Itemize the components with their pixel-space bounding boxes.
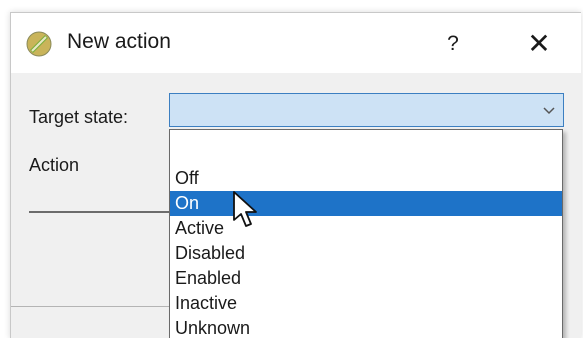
option-inactive[interactable]: Inactive [170, 291, 562, 316]
option-unknown[interactable]: Unknown [170, 316, 562, 338]
option-disabled[interactable]: Disabled [170, 241, 562, 266]
option-off[interactable]: Off [170, 166, 562, 191]
app-icon [26, 31, 52, 57]
target-state-dropdown-list: Off On Active Disabled Enabled Inactive … [169, 129, 563, 338]
dialog-title: New action [67, 30, 171, 53]
close-button[interactable]: ✕ [519, 26, 559, 62]
screen: New action ? ✕ Target state: Action Off … [0, 0, 583, 338]
action-label: Action [29, 155, 80, 175]
action-field-underline [29, 211, 171, 213]
new-action-dialog: New action ? ✕ Target state: Action Off … [10, 12, 581, 338]
target-state-select[interactable] [169, 93, 564, 127]
help-button[interactable]: ? [435, 26, 471, 62]
chevron-down-icon[interactable] [541, 102, 557, 118]
title-bar: New action ? ✕ [11, 13, 581, 73]
target-state-label: Target state: [29, 107, 129, 127]
option-on[interactable]: On [170, 191, 562, 216]
option-enabled[interactable]: Enabled [170, 266, 562, 291]
option-active[interactable]: Active [170, 216, 562, 241]
